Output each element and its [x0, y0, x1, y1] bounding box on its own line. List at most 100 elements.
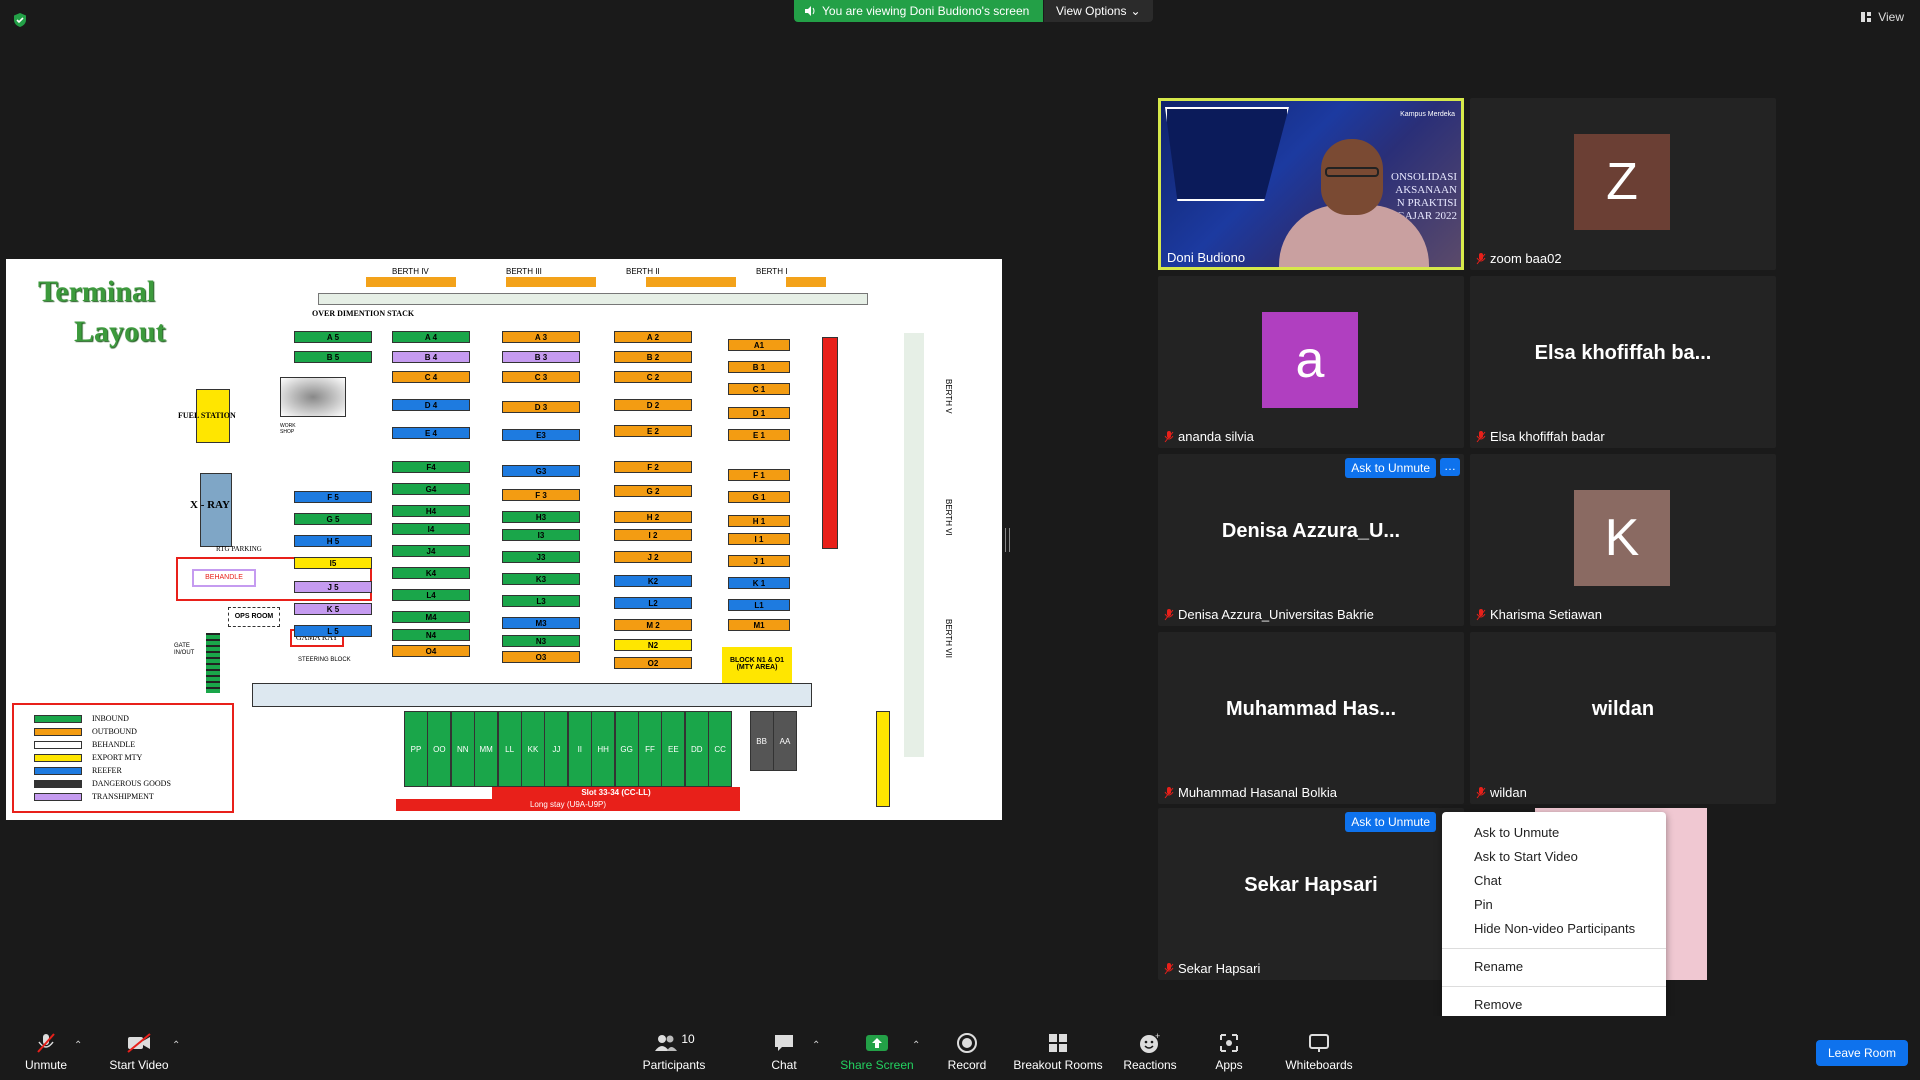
- speaker-icon: [805, 6, 815, 16]
- legend-swatch: [34, 741, 82, 749]
- legend-swatch: [34, 767, 82, 775]
- menu-rename[interactable]: Rename: [1474, 959, 1523, 974]
- longstay-bar: Long stay (U9A-U9P): [396, 799, 740, 811]
- view-options-label: View Options: [1056, 4, 1127, 18]
- leave-room-button[interactable]: Leave Room: [1816, 1040, 1908, 1066]
- participant-display-name: Denisa Azzura_U...: [1221, 520, 1401, 542]
- video-options-caret[interactable]: ⌃: [172, 1040, 180, 1051]
- unmute-label: Unmute: [24, 1058, 68, 1072]
- gate-block: [206, 633, 220, 693]
- yard-block: E 2: [614, 425, 692, 437]
- ask-to-unmute-button[interactable]: Ask to Unmute: [1345, 812, 1436, 832]
- bg-text-line: AKSANAAN: [1395, 184, 1457, 196]
- menu-pin[interactable]: Pin: [1474, 897, 1493, 912]
- muted-mic-icon: [1164, 430, 1174, 442]
- yard-block: M 2: [614, 619, 692, 631]
- workshop-label: WORK SHOP: [280, 423, 296, 435]
- whiteboards-button[interactable]: Whiteboards: [1278, 1032, 1360, 1072]
- yard-block: H 5: [294, 535, 372, 547]
- bottom-column: EE: [661, 711, 686, 787]
- xray-label: X - RAY: [190, 499, 230, 511]
- muted-mic-icon: [1476, 252, 1486, 264]
- participant-name-row: zoom baa02: [1476, 251, 1562, 266]
- tile-denisa[interactable]: Ask to Unmute … Denisa Azzura_U... Denis…: [1158, 454, 1464, 626]
- yard-block: A 5: [294, 331, 372, 343]
- participant-name-row: Kharisma Setiawan: [1476, 607, 1602, 622]
- menu-ask-to-unmute[interactable]: Ask to Unmute: [1474, 825, 1559, 840]
- tile-sekar[interactable]: Ask to Unmute Sekar Hapsari Sekar Hapsar…: [1158, 808, 1464, 980]
- tile-ananda-silvia[interactable]: a ananda silvia: [1158, 276, 1464, 448]
- menu-chat[interactable]: Chat: [1474, 873, 1501, 888]
- yard-block: D 4: [392, 399, 470, 411]
- participant-name: ananda silvia: [1178, 429, 1254, 444]
- tile-muhammad[interactable]: Muhammad Has... Muhammad Hasanal Bolkia: [1158, 632, 1464, 804]
- breakout-rooms-button[interactable]: Breakout Rooms: [1012, 1032, 1104, 1072]
- legend-label: EXPORT MTY: [92, 753, 143, 762]
- tile-wildan[interactable]: wildan wildan: [1470, 632, 1776, 804]
- rtg-label: RTG PARKING: [216, 545, 262, 553]
- yard-block: J3: [502, 551, 580, 563]
- tile-kharisma[interactable]: K Kharisma Setiawan: [1470, 454, 1776, 626]
- participant-name: Denisa Azzura_Universitas Bakrie: [1178, 607, 1374, 622]
- viewing-banner-text: You are viewing Doni Budiono's screen: [822, 4, 1030, 18]
- yard-block: F4: [392, 461, 470, 473]
- reactions-button[interactable]: + Reactions: [1120, 1032, 1180, 1072]
- record-button[interactable]: Record: [942, 1032, 992, 1072]
- avatar: a: [1262, 312, 1358, 408]
- menu-ask-to-start-video[interactable]: Ask to Start Video: [1474, 849, 1578, 864]
- lower-road: [252, 683, 812, 707]
- split-divider[interactable]: [1005, 528, 1010, 552]
- ask-to-unmute-button[interactable]: Ask to Unmute: [1345, 458, 1436, 478]
- yard-block: F 1: [728, 469, 790, 481]
- start-video-button[interactable]: Start Video: [104, 1032, 174, 1072]
- legend-swatch: [34, 715, 82, 723]
- legend-label: BEHANDLE: [92, 740, 136, 749]
- avatar: Z: [1574, 134, 1670, 230]
- yard-block: O3: [502, 651, 580, 663]
- audio-options-caret[interactable]: ⌃: [74, 1040, 82, 1051]
- legend-swatch: [34, 754, 82, 762]
- chat-button[interactable]: Chat: [760, 1032, 808, 1072]
- chat-options-caret[interactable]: ⌃: [812, 1040, 820, 1051]
- yard-block: O4: [392, 645, 470, 657]
- yard-block: N2: [614, 639, 692, 651]
- viewing-banner: You are viewing Doni Budiono's screen: [794, 0, 1044, 22]
- reactions-icon: +: [1140, 1032, 1160, 1053]
- berth-top-2: BERTH III: [506, 267, 542, 276]
- tile-elsa[interactable]: Elsa khofiffah ba... Elsa khofiffah bada…: [1470, 276, 1776, 448]
- more-options-button[interactable]: …: [1440, 458, 1460, 476]
- yard-block: J4: [392, 545, 470, 557]
- yard-block: H3: [502, 511, 580, 523]
- apps-button[interactable]: Apps: [1206, 1032, 1252, 1072]
- participants-button[interactable]: 10 Participants: [636, 1032, 712, 1072]
- bottom-column: BB: [749, 711, 774, 771]
- over-dim-label: OVER DIMENTION STACK: [312, 309, 415, 318]
- view-options-button[interactable]: View Options ⌄: [1044, 0, 1153, 22]
- yard-block: O2: [614, 657, 692, 669]
- menu-remove[interactable]: Remove: [1474, 997, 1522, 1012]
- unmute-button[interactable]: Unmute: [20, 1032, 72, 1072]
- participant-display-name: Elsa khofiffah ba...: [1534, 342, 1712, 364]
- participant-context-menu: Ask to Unmute Ask to Start Video Chat Pi…: [1442, 812, 1666, 1022]
- yard-block: L4: [392, 589, 470, 601]
- share-screen-button[interactable]: Share Screen: [836, 1032, 918, 1072]
- yard-block: I4: [392, 523, 470, 535]
- shared-screen[interactable]: Terminal Layout BERTH IV BERTH III BERTH…: [6, 259, 1002, 820]
- bottom-column: FF: [638, 711, 662, 787]
- yard-block: D 2: [614, 399, 692, 411]
- video-tile-doni[interactable]: Kampus Merdeka ONSOLIDASI AKSANAAN N PRA…: [1158, 98, 1464, 270]
- yard-block: G3: [502, 465, 580, 477]
- bottom-column: II: [567, 711, 592, 787]
- yard-block: L 5: [294, 625, 372, 637]
- participant-name: zoom baa02: [1490, 251, 1562, 266]
- share-options-caret[interactable]: ⌃: [912, 1040, 920, 1051]
- view-button[interactable]: View: [1860, 10, 1904, 24]
- participant-name: wildan: [1490, 785, 1527, 800]
- menu-hide-non-video[interactable]: Hide Non-video Participants: [1474, 921, 1635, 936]
- participant-display-name: Sekar Hapsari: [1244, 874, 1378, 896]
- slide-title-line1: Terminal: [38, 275, 156, 308]
- yard-block: G 5: [294, 513, 372, 525]
- bottom-column: NN: [450, 711, 475, 787]
- tile-zoom-baa02[interactable]: Z zoom baa02: [1470, 98, 1776, 270]
- security-shield-icon[interactable]: [12, 12, 28, 28]
